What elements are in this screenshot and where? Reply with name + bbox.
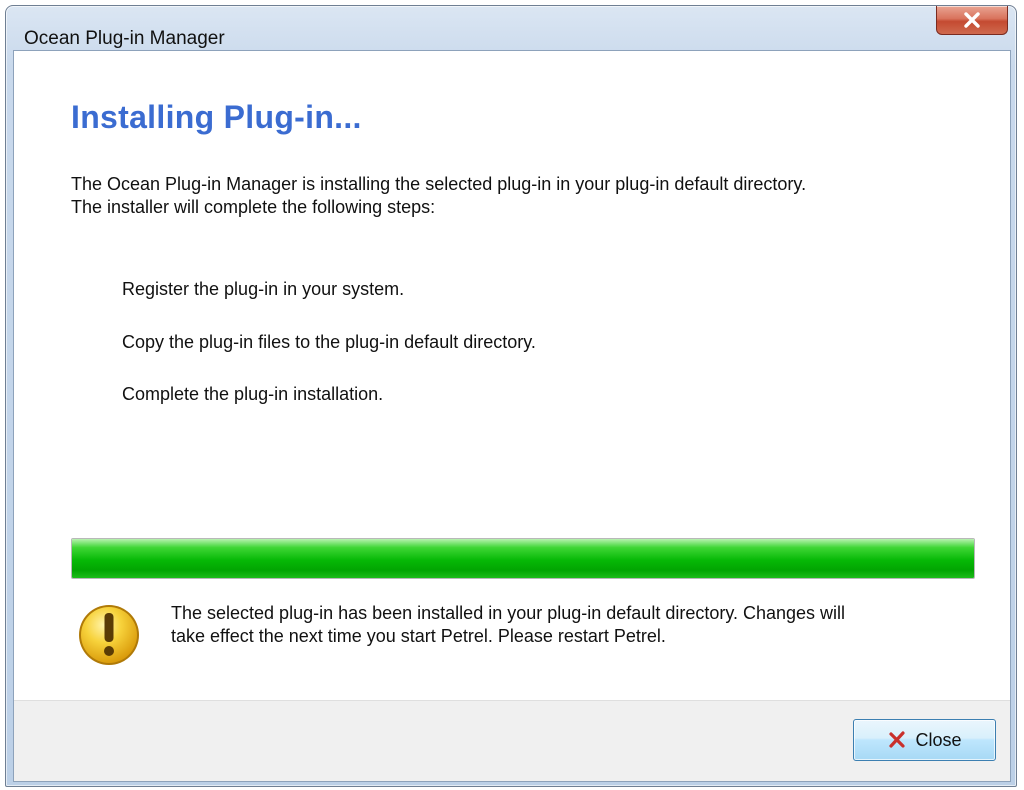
step-complete: Complete the plug-in installation. xyxy=(122,384,384,404)
status-message: The selected plug-in has been installed … xyxy=(171,602,971,648)
message-line: The selected plug-in has been installed … xyxy=(171,603,846,623)
warning-icon xyxy=(73,599,145,671)
close-button[interactable]: Close xyxy=(853,719,996,761)
close-button-label: Close xyxy=(915,729,962,750)
title-bar[interactable]: Ocean Plug-in Manager xyxy=(6,6,1016,50)
window-close-button[interactable] xyxy=(936,6,1008,35)
step-copy-files: Copy the plug-in files to the plug-in de… xyxy=(122,332,536,352)
dialog-window: Ocean Plug-in Manager Installing Plug-in… xyxy=(5,5,1017,787)
dialog-content: Installing Plug-in... The Ocean Plug-in … xyxy=(13,50,1011,782)
window-title: Ocean Plug-in Manager xyxy=(24,28,225,49)
progress-bar xyxy=(71,538,975,579)
intro-line: The Ocean Plug-in Manager is installing … xyxy=(71,174,807,194)
dialog-footer: Close xyxy=(14,700,1010,781)
step-register: Register the plug-in in your system. xyxy=(122,279,405,299)
progress-bar-fill xyxy=(72,539,974,578)
page-title: Installing Plug-in... xyxy=(71,99,362,135)
red-x-icon xyxy=(887,730,907,750)
intro-line: The installer will complete the followin… xyxy=(71,197,436,217)
intro-text: The Ocean Plug-in Manager is installing … xyxy=(71,173,971,219)
close-icon xyxy=(964,12,980,28)
message-line: take effect the next time you start Petr… xyxy=(171,626,666,646)
